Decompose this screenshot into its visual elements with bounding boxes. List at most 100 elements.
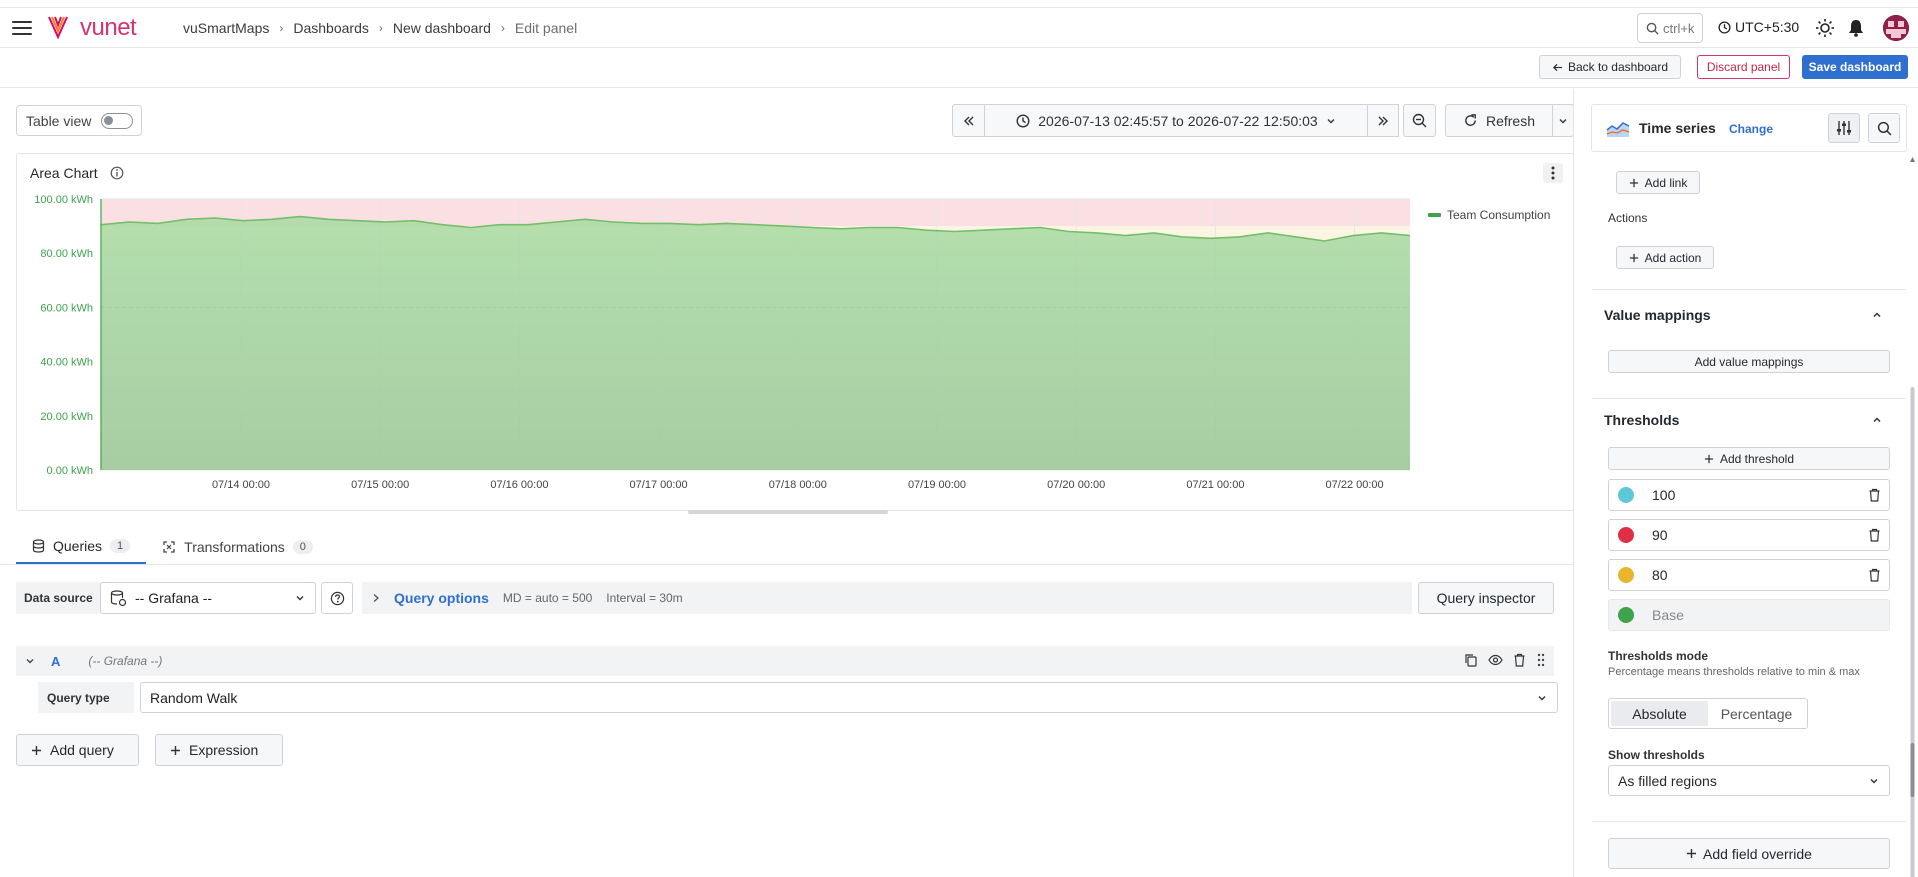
query-type-select[interactable]: Random Walk — [140, 682, 1558, 713]
x-tick-label: 07/18 00:00 — [769, 479, 827, 491]
collapse-chevron-icon[interactable] — [25, 656, 35, 666]
query-inspector-button[interactable]: Query inspector — [1418, 582, 1554, 614]
eye-icon[interactable] — [1488, 653, 1503, 667]
editor-pane-divider[interactable] — [1573, 89, 1574, 877]
theme-toggle-sun-icon[interactable] — [1815, 18, 1835, 38]
panel-menu-button[interactable] — [1543, 163, 1563, 183]
thresholds-mode-toggle: Absolute Percentage — [1608, 698, 1808, 729]
options-scrollbar[interactable] — [1910, 157, 1915, 877]
threshold-color-picker[interactable] — [1618, 567, 1634, 583]
notifications-bell-icon[interactable] — [1846, 18, 1866, 38]
change-visualization-link[interactable]: Change — [1729, 122, 1773, 136]
add-value-mappings-button[interactable]: Add value mappings — [1608, 350, 1890, 373]
threshold-value-input[interactable]: 90 — [1652, 527, 1668, 543]
mode-percentage-option[interactable]: Percentage — [1708, 701, 1805, 726]
discard-panel-button[interactable]: Discard panel — [1697, 55, 1790, 79]
global-search-button[interactable]: ctrl+k — [1637, 13, 1703, 43]
add-threshold-button[interactable]: Add threshold — [1608, 447, 1890, 470]
y-tick-label: 100.00 kWh — [34, 194, 93, 206]
arrow-left-icon — [1552, 63, 1563, 71]
trash-icon[interactable] — [1868, 528, 1881, 542]
breadcrumb: vuSmartMaps › Dashboards › New dashboard… — [183, 20, 577, 36]
chevron-up-icon[interactable] — [1872, 415, 1882, 425]
breadcrumb-new-dashboard[interactable]: New dashboard — [393, 20, 491, 36]
thresholds-mode-description: Percentage means thresholds relative to … — [1608, 666, 1860, 678]
datasource-select[interactable]: -- Grafana -- — [100, 582, 316, 614]
threshold-color-picker[interactable] — [1618, 527, 1634, 543]
thresholds-title[interactable]: Thresholds — [1604, 412, 1679, 428]
threshold-row: 90 — [1608, 519, 1890, 551]
clock-icon — [1016, 113, 1030, 128]
threshold-color-picker[interactable] — [1618, 607, 1634, 623]
add-field-override-button[interactable]: Add field override — [1608, 838, 1890, 869]
time-shift-forward-button[interactable] — [1367, 104, 1399, 137]
user-avatar[interactable] — [1883, 15, 1909, 41]
tabs-divider — [0, 564, 1574, 565]
x-tick-label: 07/14 00:00 — [212, 479, 270, 491]
trash-icon[interactable] — [1868, 568, 1881, 582]
drag-handle-icon[interactable] — [1536, 653, 1546, 667]
double-chevron-right-icon — [1378, 116, 1388, 125]
refresh-label: Refresh — [1485, 112, 1536, 129]
save-dashboard-button[interactable]: Save dashboard — [1802, 55, 1908, 79]
threshold-value-input[interactable]: 80 — [1652, 567, 1668, 583]
x-tick-label: 07/19 00:00 — [908, 479, 966, 491]
info-icon[interactable] — [110, 166, 124, 180]
threshold-base-row: Base — [1608, 599, 1890, 631]
threshold-color-picker[interactable] — [1618, 487, 1634, 503]
timezone-indicator[interactable]: UTC+5:30 — [1718, 19, 1799, 35]
query-ref-id[interactable]: A — [51, 654, 60, 669]
show-thresholds-value: As filled regions — [1618, 772, 1717, 789]
breadcrumb-vusmartmaps[interactable]: vuSmartMaps — [183, 20, 269, 36]
table-view-switch[interactable] — [101, 112, 134, 129]
section-divider — [1592, 821, 1906, 822]
refresh-button[interactable]: Refresh — [1445, 104, 1553, 137]
back-to-dashboard-button[interactable]: Back to dashboard — [1539, 55, 1681, 79]
query-options-label[interactable]: Query options — [394, 590, 489, 606]
vunet-logo[interactable]: vunet — [46, 13, 137, 43]
datasource-help-button[interactable] — [321, 582, 353, 614]
time-shift-back-button[interactable] — [952, 104, 985, 137]
add-query-label: Add query — [50, 742, 114, 758]
mode-absolute-option[interactable]: Absolute — [1611, 701, 1708, 726]
tab-queries[interactable]: Queries 1 — [16, 529, 147, 564]
query-row-header[interactable]: A (-- Grafana --) — [16, 646, 1554, 676]
query-row-actions — [1464, 653, 1546, 667]
duplicate-icon[interactable] — [1464, 653, 1478, 667]
area-chart[interactable]: 0.00 kWh 20.00 kWh 40.00 kWh 60.00 kWh 80.00… — [17, 182, 1417, 502]
show-thresholds-title: Show thresholds — [1608, 748, 1705, 762]
options-filter-button[interactable] — [1828, 113, 1860, 143]
series-area-team-consumption — [101, 216, 1410, 470]
chevron-up-icon[interactable] — [1872, 310, 1882, 320]
zoom-out-button[interactable] — [1403, 104, 1436, 137]
top-navbar: vunet vuSmartMaps › Dashboards › New das… — [0, 7, 1918, 48]
value-mappings-title[interactable]: Value mappings — [1604, 307, 1711, 323]
tab-transformations[interactable]: Transformations 0 — [146, 529, 329, 564]
options-search-button[interactable] — [1868, 113, 1900, 143]
panel-editor-main: Table view 2026-07-13 02:45:57 to 2026-0… — [0, 89, 1574, 877]
query-options-bar[interactable]: Query options MD = auto = 500 Interval =… — [362, 582, 1412, 614]
trash-icon[interactable] — [1513, 653, 1526, 667]
add-link-button[interactable]: Add link — [1616, 171, 1700, 194]
breadcrumb-dashboards[interactable]: Dashboards — [293, 20, 369, 36]
threshold-value-input[interactable]: 100 — [1652, 487, 1675, 503]
add-query-button[interactable]: Add query — [16, 734, 139, 766]
sliders-icon — [1837, 121, 1851, 135]
table-view-toggle[interactable]: Table view — [16, 105, 142, 136]
add-expression-button[interactable]: Expression — [155, 734, 283, 766]
show-thresholds-select[interactable]: As filled regions — [1608, 765, 1890, 796]
y-tick-label: 40.00 kWh — [40, 357, 93, 369]
legend-item-team-consumption[interactable]: Team Consumption — [1447, 208, 1550, 222]
time-series-icon — [1606, 122, 1630, 137]
trash-icon[interactable] — [1868, 488, 1881, 502]
horizontal-scrollbar[interactable] — [688, 510, 888, 514]
x-tick-label: 07/22 00:00 — [1326, 479, 1384, 491]
search-icon — [1877, 121, 1891, 135]
search-icon — [1646, 22, 1659, 35]
menu-icon[interactable] — [10, 18, 34, 38]
add-action-button[interactable]: Add action — [1616, 246, 1714, 269]
tab-transformations-count: 0 — [292, 539, 313, 554]
refresh-interval-dropdown[interactable] — [1552, 104, 1574, 137]
time-range-picker[interactable]: 2026-07-13 02:45:57 to 2026-07-22 12:50:… — [985, 104, 1368, 137]
logo-text: vunet — [80, 14, 137, 41]
